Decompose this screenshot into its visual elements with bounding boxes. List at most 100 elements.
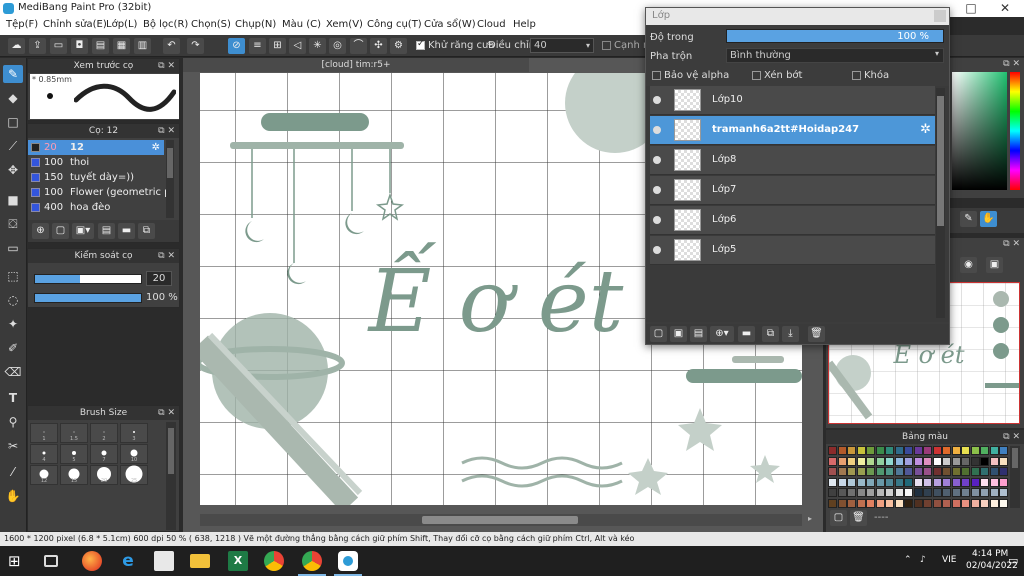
- palette-swatch[interactable]: [847, 498, 856, 508]
- palette-swatch[interactable]: [942, 498, 951, 508]
- gradient-tool-icon[interactable]: ▭: [3, 239, 23, 257]
- palette-swatch[interactable]: [932, 477, 942, 487]
- palette-swatch[interactable]: [885, 456, 894, 466]
- brush-size-cell[interactable]: 1: [30, 423, 58, 443]
- palette-swatch[interactable]: [904, 488, 913, 497]
- palette-swatch[interactable]: [951, 477, 961, 487]
- palette-swatch[interactable]: [885, 477, 894, 487]
- layer-row[interactable]: Lớp10: [650, 86, 935, 115]
- palette-swatch[interactable]: [828, 467, 837, 476]
- palette-swatch[interactable]: [828, 456, 837, 466]
- volume-icon[interactable]: ♪: [920, 555, 926, 565]
- brush-list-scrollbar[interactable]: [166, 140, 174, 218]
- palette-swatch[interactable]: [942, 477, 951, 487]
- fill-rect-tool-icon[interactable]: ■: [3, 191, 23, 209]
- firefox-icon[interactable]: [82, 551, 102, 571]
- palette-swatch[interactable]: [828, 498, 837, 508]
- chrome-icon[interactable]: [264, 551, 284, 571]
- clipping-checkbox[interactable]: [752, 71, 761, 80]
- palette-swatch[interactable]: [923, 446, 932, 455]
- add-layer-menu-icon[interactable]: ⊕▾: [710, 326, 734, 342]
- brush-row[interactable]: 100 thoi: [28, 155, 164, 170]
- palette-swatch[interactable]: [970, 477, 980, 487]
- menu-help[interactable]: Help: [513, 19, 536, 30]
- comment-icon[interactable]: ▭: [50, 38, 67, 54]
- page-icon[interactable]: ▤: [92, 38, 109, 54]
- palette-swatch[interactable]: [837, 488, 847, 497]
- color-saturation-box[interactable]: [952, 72, 1007, 190]
- panel-icon[interactable]: ▦: [113, 38, 130, 54]
- panel-controls-icon[interactable]: ⧉ ✕: [158, 406, 175, 420]
- delete-layer-icon[interactable]: 🗑: [808, 326, 825, 342]
- palette-swatch[interactable]: [970, 488, 980, 497]
- palette-swatch[interactable]: [894, 498, 904, 508]
- palette-swatch[interactable]: [999, 498, 1008, 508]
- rectangle-tool-icon[interactable]: □: [3, 113, 23, 131]
- undo-icon[interactable]: ↶: [163, 38, 180, 54]
- palette-swatch[interactable]: [847, 456, 856, 466]
- palette-swatch[interactable]: [856, 456, 866, 466]
- palette-swatch[interactable]: [837, 446, 847, 455]
- palette-swatch[interactable]: [980, 456, 989, 466]
- panel-controls-icon[interactable]: ⧉ ✕: [1003, 430, 1020, 444]
- circle-snap-icon[interactable]: ◎: [329, 38, 346, 54]
- palette-swatch[interactable]: [989, 477, 999, 487]
- palette-swatch[interactable]: [847, 467, 856, 476]
- palette-swatch[interactable]: [885, 446, 894, 455]
- palette-swatch[interactable]: [866, 488, 875, 497]
- chat-icon[interactable]: ◘: [71, 38, 88, 54]
- brush-size-slider[interactable]: [34, 274, 142, 284]
- layer-row[interactable]: Lớp5: [650, 236, 935, 265]
- palette-swatch[interactable]: [828, 488, 837, 497]
- palette-swatch[interactable]: [999, 467, 1008, 476]
- scroll-right-icon[interactable]: ▸: [808, 514, 812, 523]
- palette-swatch[interactable]: [942, 467, 951, 476]
- eye-icon[interactable]: [653, 216, 661, 224]
- canvas-horizontal-scrollbar[interactable]: [200, 514, 802, 526]
- store-icon[interactable]: [154, 551, 174, 571]
- hand-icon[interactable]: ✋: [980, 211, 997, 227]
- blend-mode-select[interactable]: Bình thường ▾: [726, 48, 944, 63]
- gear-icon[interactable]: ✲: [152, 140, 160, 155]
- duplicate-brush-icon[interactable]: ⧉: [138, 223, 155, 239]
- brush-size-cell[interactable]: 1.5: [60, 423, 88, 443]
- new-layer-icon[interactable]: ▢: [650, 326, 667, 342]
- edit-brush-icon[interactable]: ▤: [98, 223, 115, 239]
- palette-swatch[interactable]: [856, 446, 866, 455]
- palette-swatch[interactable]: [856, 467, 866, 476]
- brush-opacity-slider[interactable]: [34, 293, 142, 303]
- zoom-icon[interactable]: ◉: [960, 257, 977, 273]
- panel-controls-icon[interactable]: ⧉ ✕: [1003, 239, 1020, 249]
- redo-icon[interactable]: ↷: [187, 38, 204, 54]
- palette-swatch[interactable]: [923, 498, 932, 508]
- menu-cloud[interactable]: Cloud: [477, 19, 506, 30]
- palette-swatch[interactable]: [932, 467, 942, 476]
- maximize-button[interactable]: □: [956, 0, 986, 17]
- brush-size-cell[interactable]: 12: [30, 465, 58, 485]
- palette-swatch[interactable]: [942, 446, 951, 455]
- palette-swatch[interactable]: [961, 488, 970, 497]
- palette-swatch[interactable]: [894, 477, 904, 487]
- select-eraser-tool-icon[interactable]: ⌫: [3, 363, 23, 381]
- palette-swatch[interactable]: [837, 477, 847, 487]
- palette-swatch[interactable]: [828, 477, 837, 487]
- palette-more[interactable]: ----: [874, 512, 888, 523]
- palette-swatch[interactable]: [913, 488, 923, 497]
- palette-swatch[interactable]: [989, 446, 999, 455]
- menu-capture[interactable]: Chụp(N): [235, 19, 276, 30]
- menu-file[interactable]: Tệp(F): [6, 19, 38, 30]
- palette-swatch[interactable]: [970, 467, 980, 476]
- palette-swatch[interactable]: [989, 488, 999, 497]
- edge-checkbox[interactable]: [602, 41, 611, 50]
- palette-swatch[interactable]: [866, 456, 875, 466]
- palette-swatch[interactable]: [923, 456, 932, 466]
- palette-swatch[interactable]: [866, 477, 875, 487]
- palette-swatch[interactable]: [894, 446, 904, 455]
- palette-swatch[interactable]: [904, 477, 913, 487]
- clock-time[interactable]: 4:14 PM: [972, 549, 1008, 559]
- document-tab[interactable]: [cloud] tim:r5+: [183, 58, 529, 72]
- palette-swatch[interactable]: [913, 477, 923, 487]
- snap-off-icon[interactable]: ⊘: [228, 38, 245, 54]
- brush-size-cell[interactable]: 4: [30, 444, 58, 464]
- palette-swatch[interactable]: [951, 467, 961, 476]
